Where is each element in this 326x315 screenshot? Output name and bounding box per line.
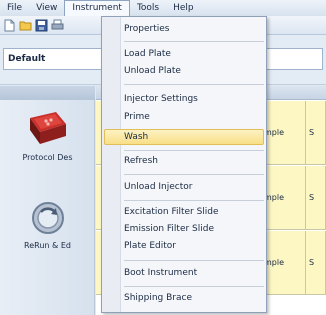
menu-item-plate-editor[interactable]: Plate Editor bbox=[124, 241, 264, 251]
menu-separator bbox=[124, 260, 264, 261]
protocol-designer-label: Protocol Des bbox=[22, 153, 73, 162]
menu-item-unload-injector[interactable]: Unload Injector bbox=[124, 182, 264, 192]
menu-tools[interactable]: Tools bbox=[130, 0, 166, 16]
menu-view[interactable]: View bbox=[29, 0, 64, 16]
menu-item-load-plate[interactable]: Load Plate bbox=[124, 49, 264, 59]
grid-cell-status: S bbox=[306, 166, 326, 230]
menu-item-boot-instrument[interactable]: Boot Instrument bbox=[124, 268, 264, 278]
print-icon[interactable] bbox=[51, 19, 64, 32]
menu-instrument[interactable]: Instrument bbox=[64, 0, 130, 17]
new-file-icon[interactable] bbox=[3, 19, 16, 32]
menu-item-refresh[interactable]: Refresh bbox=[124, 156, 264, 166]
protocol-icon bbox=[26, 110, 70, 150]
grid-cell-status: S bbox=[306, 231, 326, 295]
menu-separator bbox=[124, 200, 264, 201]
menu-separator bbox=[124, 286, 264, 287]
menu-item-emission-filter-slide[interactable]: Emission Filter Slide bbox=[124, 224, 264, 234]
save-icon[interactable] bbox=[35, 19, 48, 32]
left-panel: Protocol Des ReRun & Ed bbox=[0, 86, 95, 315]
menu-item-shipping-brace[interactable]: Shipping Brace bbox=[124, 293, 264, 303]
rerun-edit-label: ReRun & Ed bbox=[24, 241, 71, 250]
rerun-icon bbox=[26, 198, 70, 238]
menu-item-properties[interactable]: Properties bbox=[124, 24, 264, 34]
application-window: File View Instrument Tools Help Default bbox=[0, 0, 326, 315]
protocol-designer-button[interactable]: Protocol Des bbox=[0, 110, 95, 162]
menu-item-excitation-filter-slide[interactable]: Excitation Filter Slide bbox=[124, 207, 264, 217]
menu-item-injector-settings[interactable]: Injector Settings bbox=[124, 94, 264, 104]
open-folder-icon[interactable] bbox=[19, 19, 32, 32]
rerun-edit-button[interactable]: ReRun & Ed bbox=[0, 198, 95, 250]
menubar: File View Instrument Tools Help bbox=[0, 0, 326, 17]
menu-separator bbox=[124, 41, 264, 42]
grid-cell-status: S bbox=[306, 101, 326, 165]
menu-separator bbox=[124, 150, 264, 151]
menu-help[interactable]: Help bbox=[166, 0, 201, 16]
instrument-menu: Properties Load Plate Unload Plate Injec… bbox=[101, 16, 267, 313]
menu-icon-gutter bbox=[102, 17, 121, 312]
menu-separator bbox=[124, 84, 264, 85]
menu-item-prime[interactable]: Prime bbox=[124, 112, 264, 122]
left-panel-header bbox=[0, 86, 95, 100]
menu-item-wash[interactable]: Wash bbox=[124, 132, 264, 142]
menu-item-unload-plate[interactable]: Unload Plate bbox=[124, 66, 264, 76]
menu-file[interactable]: File bbox=[0, 0, 29, 16]
menu-separator bbox=[124, 174, 264, 175]
